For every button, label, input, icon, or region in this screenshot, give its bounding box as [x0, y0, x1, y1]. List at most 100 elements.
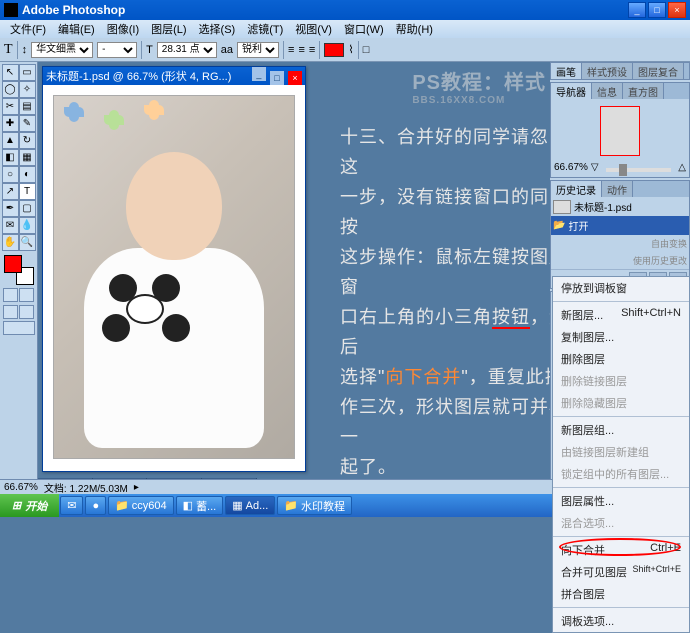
close-button[interactable]: × [668, 2, 686, 18]
taskbar-item[interactable]: 📁 水印教程 [277, 496, 352, 515]
menu-edit[interactable]: 编辑(E) [52, 21, 101, 37]
tab-history[interactable]: 历史记录 [551, 181, 602, 197]
move-tool[interactable]: ↖ [2, 64, 19, 81]
pen-tool[interactable]: ✒ [2, 200, 19, 217]
document-window[interactable]: 未标题-1.psd @ 66.7% (形状 4, RG...) _ □ × [42, 66, 306, 472]
taskbar-item[interactable]: ◧ 蓄... [176, 496, 224, 515]
lasso-tool[interactable]: ◯ [2, 81, 19, 98]
shape-tool[interactable]: ▢ [19, 200, 36, 217]
cm-merge-visible[interactable]: 合并可见图层Shift+Ctrl+E [553, 561, 689, 583]
history-step[interactable]: 📂 打开 [551, 216, 689, 235]
clover-shape-icon [64, 102, 86, 124]
zoom-out-icon[interactable]: ▽ [591, 162, 599, 173]
zoom-slider[interactable] [606, 168, 672, 172]
path-tool[interactable]: ↗ [2, 183, 19, 200]
cm-merge-down[interactable]: 向下合并Ctrl+E [553, 539, 689, 561]
hand-tool[interactable]: ✋ [2, 234, 19, 251]
zoom-level[interactable]: 66.67% [4, 482, 38, 493]
quicklaunch-icon[interactable]: ● [85, 496, 106, 515]
maximize-button[interactable]: □ [648, 2, 666, 18]
menu-select[interactable]: 选择(S) [193, 21, 242, 37]
cm-dup-layer[interactable]: 复制图层... [553, 326, 689, 348]
cm-new-group[interactable]: 新图层组... [553, 419, 689, 441]
quickmask-mode-icon[interactable] [19, 288, 34, 302]
type-tool[interactable]: T [19, 183, 36, 200]
screen-mode-1[interactable] [3, 305, 18, 319]
cm-dock[interactable]: 停放到调板窗 [553, 277, 689, 299]
tab-presets[interactable]: 样式预设 [582, 63, 633, 79]
tab-navigator[interactable]: 导航器 [551, 83, 592, 99]
app-icon [4, 3, 18, 17]
stamp-tool[interactable]: ▲ [2, 132, 19, 149]
doc-close-button[interactable]: × [288, 71, 302, 85]
tab-actions[interactable]: 动作 [602, 181, 633, 197]
history-snapshot[interactable]: 未标题-1.psd [551, 197, 689, 216]
menu-help[interactable]: 帮助(H) [390, 21, 439, 37]
jump-to-icon[interactable] [3, 321, 35, 335]
font-family-select[interactable]: 华文细黑 [31, 42, 93, 58]
cm-new-layer[interactable]: 新图层...Shift+Ctrl+N [553, 304, 689, 326]
cm-del-layer[interactable]: 删除图层 [553, 348, 689, 370]
doc-minimize-button[interactable]: _ [252, 67, 266, 81]
healing-tool[interactable]: ✚ [2, 115, 19, 132]
crop-tool[interactable]: ✂ [2, 98, 19, 115]
menu-layer[interactable]: 图层(L) [145, 21, 192, 37]
minimize-button[interactable]: _ [628, 2, 646, 18]
tab-layercomp[interactable]: 图层复合 [633, 63, 684, 79]
blur-tool[interactable]: ○ [2, 166, 19, 183]
zoom-in-icon[interactable]: △ [678, 162, 686, 173]
eraser-tool[interactable]: ◧ [2, 149, 19, 166]
menu-file[interactable]: 文件(F) [4, 21, 52, 37]
align-left-icon[interactable]: ≡ [288, 44, 294, 56]
warp-text-icon[interactable]: ⌇ [348, 43, 353, 56]
align-right-icon[interactable]: ≡ [309, 44, 315, 56]
tab-brushes[interactable]: 画笔 [551, 63, 582, 79]
quicklaunch-icon[interactable]: ✉ [60, 496, 83, 515]
magic-wand-tool[interactable]: ✧ [19, 81, 36, 98]
paragraph-panel-icon[interactable]: □ [363, 44, 370, 56]
color-wells[interactable] [4, 255, 34, 285]
foreground-color[interactable] [4, 255, 22, 273]
gradient-tool[interactable]: ▦ [19, 149, 36, 166]
canvas-area: PS教程：样式 BBS.16XX8.COM 未标题-1.psd @ 66.7% … [38, 62, 550, 494]
menu-view[interactable]: 视图(V) [289, 21, 338, 37]
font-style-select[interactable]: - [97, 42, 137, 58]
dodge-tool[interactable]: ◐ [19, 166, 36, 183]
navigator-thumbnail[interactable] [600, 106, 640, 156]
screen-mode-2[interactable] [19, 305, 34, 319]
orientation-icon[interactable]: ↕ [22, 44, 28, 56]
brush-tool[interactable]: ✎ [19, 115, 36, 132]
folder-open-icon: 📂 [553, 220, 565, 231]
cm-layer-props[interactable]: 图层属性... [553, 490, 689, 512]
cm-panel-opts[interactable]: 调板选项... [553, 610, 689, 632]
zoom-tool[interactable]: 🔍 [19, 234, 36, 251]
toolbox: ↖▭ ◯✧ ✂▤ ✚✎ ▲↻ ◧▦ ○◐ ↗T ✒▢ ✉💧 ✋🔍 [0, 62, 38, 494]
doc-size: 文档: 1.22M/5.03M [44, 480, 128, 495]
menu-filter[interactable]: 滤镜(T) [241, 21, 289, 37]
align-center-icon[interactable]: ≡ [298, 44, 304, 56]
aa-label: aa [221, 44, 233, 56]
tab-histogram[interactable]: 直方图 [623, 83, 664, 99]
document-titlebar[interactable]: 未标题-1.psd @ 66.7% (形状 4, RG...) _ □ × [43, 67, 305, 85]
taskbar-item[interactable]: 📁 ccy604 [108, 496, 174, 515]
menu-image[interactable]: 图像(I) [101, 21, 145, 37]
standard-mode-icon[interactable] [3, 288, 18, 302]
font-size-select[interactable]: 28.31 点 [157, 42, 217, 58]
clover-shape-icon [144, 100, 166, 122]
notes-tool[interactable]: ✉ [2, 217, 19, 234]
tab-info[interactable]: 信息 [592, 83, 623, 99]
text-color-swatch[interactable] [324, 43, 344, 57]
history-brush-tool[interactable]: ↻ [19, 132, 36, 149]
doc-maximize-button[interactable]: □ [270, 71, 284, 85]
antialias-select[interactable]: 锐利 [237, 42, 279, 58]
document-canvas[interactable] [53, 95, 295, 459]
cm-flatten[interactable]: 拼合图层 [553, 583, 689, 605]
eyedropper-tool[interactable]: 💧 [19, 217, 36, 234]
marquee-tool[interactable]: ▭ [19, 64, 36, 81]
type-tool-icon: T [4, 42, 13, 58]
menu-window[interactable]: 窗口(W) [338, 21, 390, 37]
status-flyout-icon[interactable]: ▸ [134, 482, 139, 493]
start-button[interactable]: ⊞ 开始 [0, 494, 59, 517]
taskbar-item[interactable]: ▦ Ad... [225, 496, 275, 515]
slice-tool[interactable]: ▤ [19, 98, 36, 115]
